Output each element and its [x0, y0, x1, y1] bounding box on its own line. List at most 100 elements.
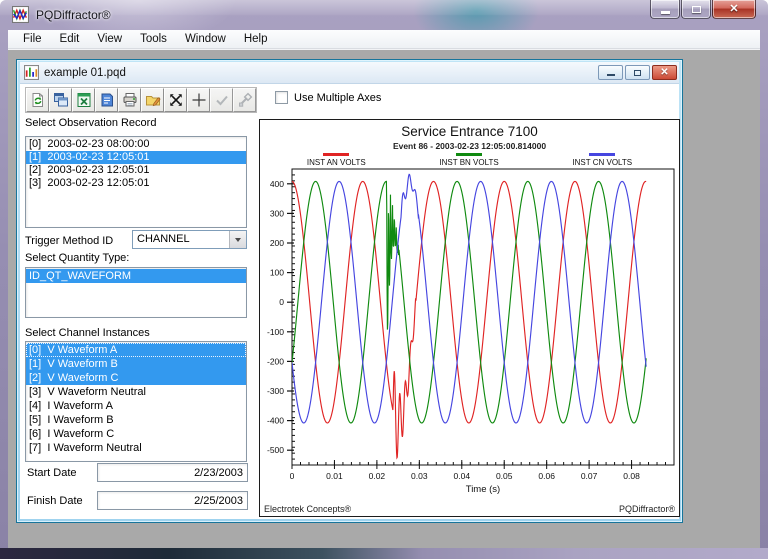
- apply-button: [210, 88, 233, 112]
- svg-text:0: 0: [290, 471, 295, 481]
- edit-properties-button[interactable]: [141, 88, 164, 112]
- svg-text:0.08: 0.08: [623, 471, 640, 481]
- legend-line-swatch: [589, 153, 616, 156]
- svg-text:-500: -500: [267, 445, 284, 455]
- chart-title: Service Entrance 7100: [401, 124, 538, 139]
- finish-date-label: Finish Date: [27, 495, 83, 507]
- x-axis-label: Time (s): [466, 484, 500, 495]
- svg-text:0.06: 0.06: [538, 471, 555, 481]
- menu-view[interactable]: View: [88, 31, 131, 47]
- use-multiple-axes-checkbox[interactable]: [275, 91, 288, 104]
- legend-entry: INST CN VOLTS: [572, 153, 632, 167]
- svg-text:300: 300: [270, 208, 284, 218]
- quantity-type-item[interactable]: ID_QT_WAVEFORM: [26, 269, 246, 283]
- channel-instances-label: Select Channel Instances: [25, 327, 150, 339]
- svg-text:0.07: 0.07: [581, 471, 598, 481]
- window-title: PQDiffractor®: [36, 8, 111, 22]
- use-multiple-axes-group: Use Multiple Axes: [275, 91, 381, 104]
- svg-text:0.04: 0.04: [454, 471, 471, 481]
- channel-instance-item[interactable]: [2] V Waveform C: [26, 371, 246, 385]
- svg-text:-100: -100: [267, 327, 284, 337]
- observation-record-item[interactable]: [2] 2003-02-23 12:05:01: [26, 164, 246, 177]
- refresh-button[interactable]: [26, 88, 49, 112]
- trigger-method-value: CHANNEL: [137, 233, 190, 245]
- chart-footer-right: PQDiffractor®: [619, 504, 675, 514]
- menu-edit[interactable]: Edit: [51, 31, 89, 47]
- restore-icon: [634, 69, 641, 76]
- document-titlebar[interactable]: example 01.pqd ✕: [20, 62, 679, 84]
- channel-instance-item[interactable]: [3] V Waveform Neutral: [26, 385, 246, 399]
- main-titlebar[interactable]: PQDiffractor® ✕: [0, 0, 768, 30]
- channel-instance-item[interactable]: [6] I Waveform C: [26, 427, 246, 441]
- menu-tools[interactable]: Tools: [131, 31, 176, 47]
- svg-text:0: 0: [279, 297, 284, 307]
- crosshair-icon: [192, 93, 205, 107]
- export-excel-button[interactable]: [72, 88, 95, 112]
- close-icon: ✕: [729, 2, 739, 15]
- svg-text:400: 400: [270, 179, 284, 189]
- quantity-type-list[interactable]: ID_QT_WAVEFORM: [25, 267, 247, 318]
- start-date-field[interactable]: [97, 463, 248, 482]
- menu-help[interactable]: Help: [235, 31, 277, 47]
- observation-record-item[interactable]: [0] 2003-02-23 08:00:00: [26, 138, 246, 151]
- maximize-icon: [691, 5, 701, 13]
- observation-record-item[interactable]: [3] 2003-02-23 12:05:01: [26, 177, 246, 190]
- use-multiple-axes-label: Use Multiple Axes: [294, 91, 382, 104]
- menu-window[interactable]: Window: [176, 31, 235, 47]
- document-window: example 01.pqd ✕ Use Multiple Axes Selec…: [16, 59, 683, 523]
- channel-instance-item[interactable]: [1] V Waveform B: [26, 357, 246, 371]
- start-date-label: Start Date: [27, 467, 77, 479]
- notes-button[interactable]: [95, 88, 118, 112]
- toolbar: [25, 87, 257, 113]
- channel-instances-list[interactable]: [0] V Waveform A [1] V Waveform B [2] V Wa…: [25, 341, 247, 462]
- notepad-icon: [101, 93, 113, 107]
- tools-button: [233, 88, 256, 112]
- document-close-button[interactable]: ✕: [652, 65, 677, 80]
- chart-panel: Service Entrance 7100 Event 86 - 2003-02…: [259, 119, 680, 517]
- close-icon: ✕: [660, 66, 669, 78]
- minimize-icon: [606, 74, 615, 76]
- document-title: example 01.pqd: [44, 66, 126, 79]
- document-minimize-button[interactable]: [598, 65, 623, 80]
- legend-entry: INST AN VOLTS: [307, 153, 366, 167]
- print-button[interactable]: [118, 88, 141, 112]
- legend-entry: INST BN VOLTS: [439, 153, 499, 167]
- app-logo-icon: [12, 6, 29, 23]
- mdi-client-area: example 01.pqd ✕ Use Multiple Axes Selec…: [8, 49, 760, 548]
- finish-date-field[interactable]: [97, 491, 248, 510]
- observation-record-item[interactable]: [1] 2003-02-23 12:05:01: [26, 151, 246, 164]
- folder-edit-icon: [145, 96, 161, 107]
- trigger-method-dropdown-button[interactable]: [229, 231, 246, 248]
- zoom-extents-button[interactable]: [164, 88, 187, 112]
- series-inst-an-volts: [292, 180, 647, 460]
- chevron-down-icon: [235, 237, 241, 242]
- waveform-plot[interactable]: 0 0.01 0.02 0.03 0.04 0.05 0.06 0.07 0.08 Time (s…: [260, 166, 681, 500]
- document-icon: [24, 65, 39, 80]
- maximize-button[interactable]: [681, 0, 711, 19]
- svg-text:-400: -400: [267, 416, 284, 426]
- svg-text:0.05: 0.05: [496, 471, 513, 481]
- y-axis: 400 300 200 100 0 -100 -200 -300 -400 -500: [267, 168, 295, 466]
- channel-instance-item[interactable]: [4] I Waveform A: [26, 399, 246, 413]
- close-button[interactable]: ✕: [712, 0, 756, 19]
- channel-instance-item[interactable]: [5] I Waveform B: [26, 413, 246, 427]
- document-body: Use Multiple Axes Select Observation Rec…: [20, 84, 680, 519]
- quantity-type-label: Select Quantity Type:: [25, 252, 130, 264]
- excel-icon: [77, 93, 90, 107]
- cascade-windows-icon: [53, 93, 68, 107]
- minimize-button[interactable]: [650, 0, 680, 19]
- trigger-method-combobox[interactable]: CHANNEL: [132, 230, 247, 249]
- observation-record-list[interactable]: [0] 2003-02-23 08:00:00 [1] 2003-02-23 12…: [25, 136, 247, 228]
- channel-instance-item[interactable]: [7] I Waveform Neutral: [26, 441, 246, 455]
- application-window: PQDiffractor® ✕ File Edit View Tools Win…: [0, 0, 768, 559]
- legend-line-swatch: [323, 153, 350, 156]
- channel-instance-item[interactable]: [0] V Waveform A: [26, 343, 246, 357]
- document-restore-button[interactable]: [625, 65, 650, 80]
- check-icon: [215, 95, 228, 106]
- window-bottom-border: [0, 548, 768, 559]
- legend-line-swatch: [456, 153, 483, 156]
- copy-window-button[interactable]: [49, 88, 72, 112]
- menu-file[interactable]: File: [14, 31, 51, 47]
- crosshair-button[interactable]: [187, 88, 210, 112]
- svg-text:-200: -200: [267, 356, 284, 366]
